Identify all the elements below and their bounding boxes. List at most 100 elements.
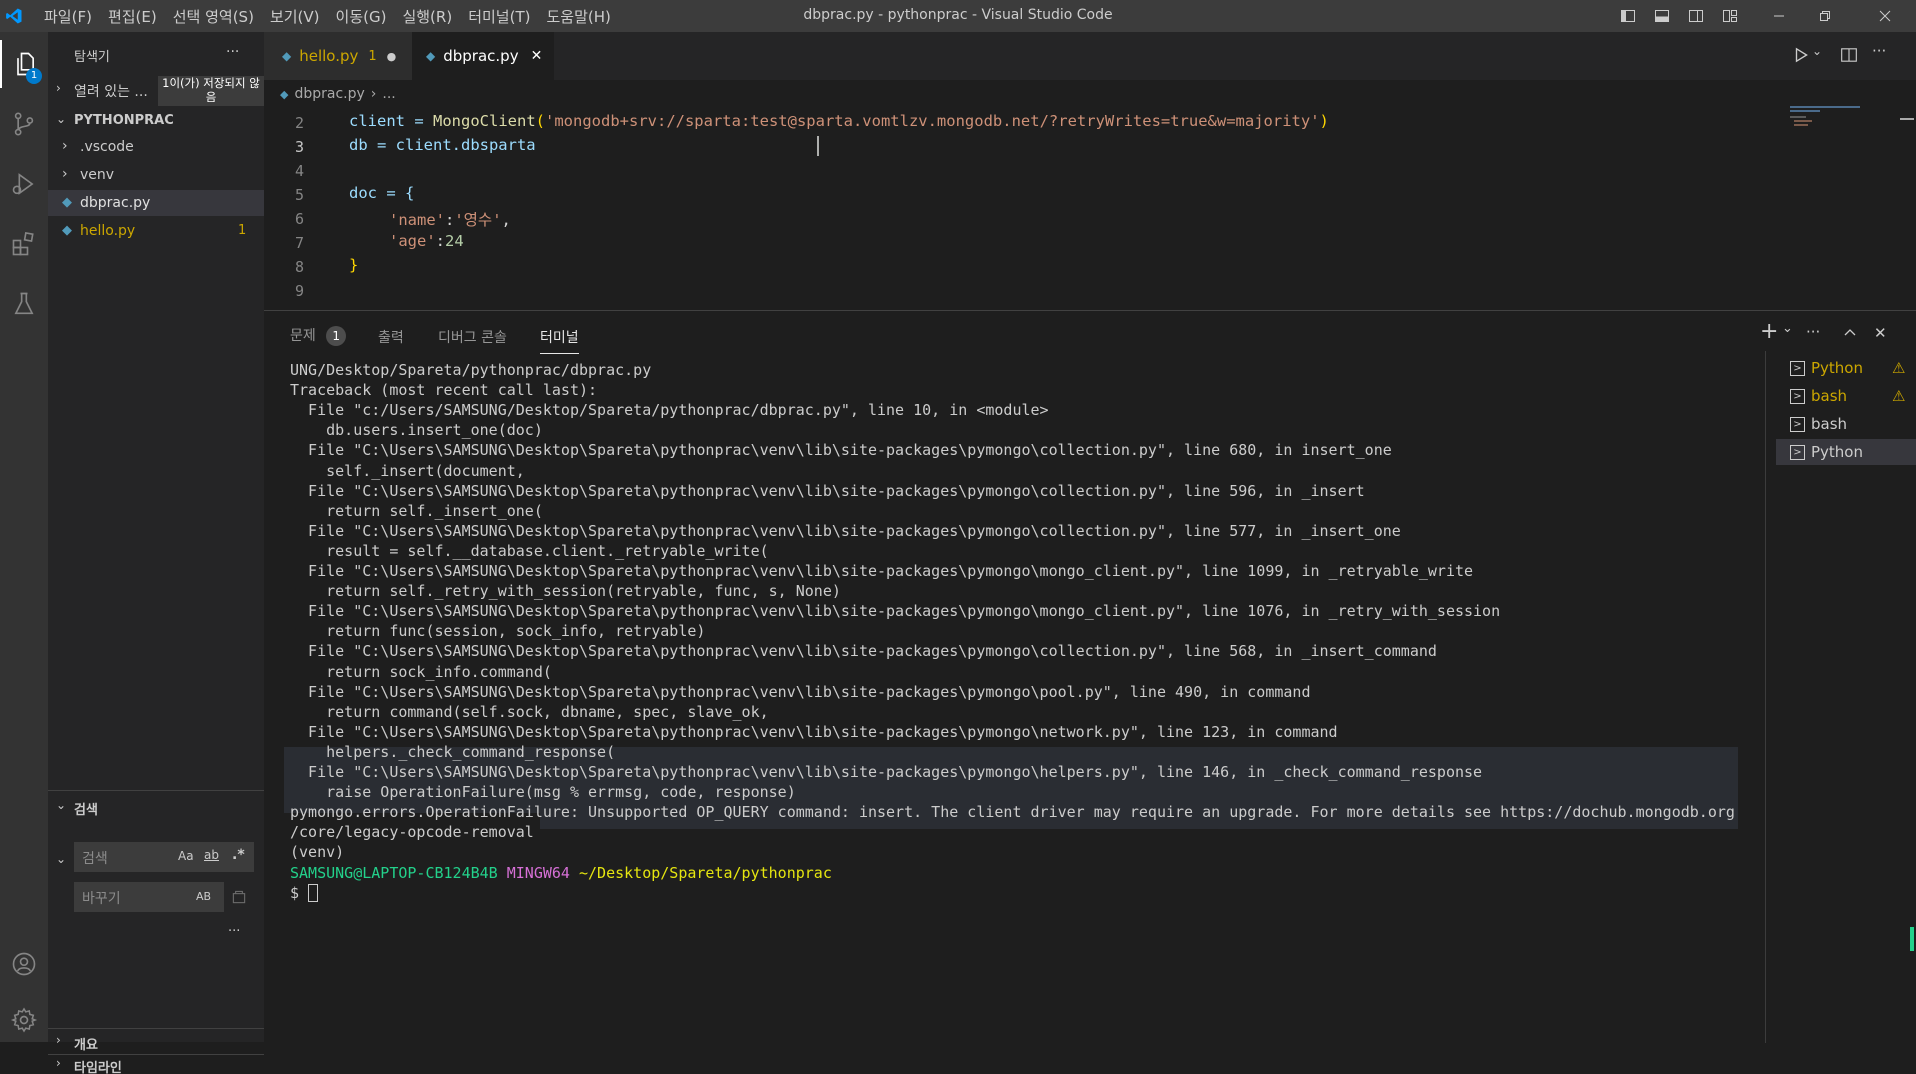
menu-go[interactable]: 이동(G) <box>328 6 395 27</box>
toggle-sidebar-icon[interactable] <box>1612 0 1644 32</box>
outline-section[interactable]: › 개요 <box>48 1030 264 1054</box>
outline-title: 개요 <box>74 1038 98 1053</box>
run-dropdown-icon[interactable]: ⌄ <box>1812 44 1822 58</box>
tree-item-dbprac[interactable]: ◆ dbprac.py <box>48 190 264 216</box>
terminal-line: File "C:\Users\SAMSUNG\Desktop\Spareta\p… <box>290 481 1365 500</box>
preserve-case-icon[interactable]: AB <box>196 890 211 903</box>
chevron-right-icon: › <box>56 81 61 95</box>
terminal-line: result = self.__database.client._retryab… <box>290 541 769 560</box>
terminal-item-bash-1[interactable]: > bash ⚠ <box>1776 383 1916 409</box>
editor-scrollbar[interactable] <box>1900 104 1914 310</box>
minimap[interactable] <box>1784 104 1896 310</box>
close-panel-icon[interactable]: ✕ <box>1874 324 1887 342</box>
line-number: 5 <box>294 186 304 204</box>
tab-debug-console[interactable]: 디버그 콘솔 <box>438 327 507 347</box>
tree-item-label: .vscode <box>80 139 134 155</box>
terminal-name: Python <box>1811 443 1863 461</box>
close-window-icon[interactable] <box>1862 0 1908 32</box>
open-editors-label: 열려 있는 ... <box>74 84 148 100</box>
terminal-line: UNG/Desktop/Spareta/pythonprac/dbprac.py <box>290 361 652 379</box>
breadcrumb-file[interactable]: dbprac.py <box>294 86 364 102</box>
terminal-line: raise OperationFailure(msg % errmsg, cod… <box>290 783 796 802</box>
line-number: 8 <box>294 258 304 276</box>
tree-item-label: venv <box>80 167 115 183</box>
menu-help[interactable]: 도움말(H) <box>538 6 618 27</box>
restore-icon[interactable] <box>1802 0 1848 32</box>
terminal-prompt: SAMSUNG@LAPTOP-CB124B4B MINGW64 ~/Deskto… <box>290 863 832 882</box>
tree-item-venv[interactable]: › venv <box>48 162 264 188</box>
code-editor[interactable]: ◆ dbprac.py › ... 2 client = MongoClient… <box>264 80 1916 310</box>
project-section[interactable]: ⌄ PYTHONPRAC <box>48 108 264 134</box>
match-word-icon[interactable]: ab <box>204 848 219 862</box>
regex-icon[interactable]: .* <box>232 847 245 863</box>
toggle-replace-icon[interactable]: ⌄ <box>56 852 66 866</box>
menu-view[interactable]: 보기(V) <box>262 6 328 27</box>
toggle-panel-icon[interactable] <box>1646 0 1678 32</box>
search-section[interactable]: ⌄ 검색 <box>48 794 264 820</box>
explorer-icon[interactable]: 1 <box>0 40 48 88</box>
settings-gear-icon[interactable] <box>0 996 48 1044</box>
replace-input[interactable]: 바꾸기 AB <box>74 882 224 912</box>
line-number: 9 <box>294 282 304 300</box>
timeline-title: 타임라인 <box>74 1061 122 1074</box>
extensions-icon[interactable] <box>0 220 48 268</box>
toggle-secondary-sidebar-icon[interactable] <box>1680 0 1712 32</box>
python-file-icon: ◆ <box>62 195 72 210</box>
customize-layout-icon[interactable] <box>1714 0 1746 32</box>
python-file-icon: ◆ <box>62 223 72 238</box>
terminal-item-python-2[interactable]: > Python <box>1776 439 1916 465</box>
breadcrumb-symbol[interactable]: ... <box>382 86 395 102</box>
terminal-input-line[interactable]: $ <box>290 884 319 903</box>
menu-selection[interactable]: 선택 영역(S) <box>165 6 262 27</box>
chevron-right-icon: › <box>370 86 377 102</box>
account-icon[interactable] <box>0 940 48 988</box>
terminal-item-bash-2[interactable]: > bash <box>1776 411 1916 437</box>
terminal-output[interactable]: UNG/Desktop/Spareta/pythonprac/dbprac.py… <box>264 361 1764 1041</box>
terminal-dropdown-icon[interactable]: ⌄ <box>1782 321 1793 336</box>
line-number: 7 <box>294 234 304 252</box>
menu-run[interactable]: 실행(R) <box>394 6 460 27</box>
explorer-more-button[interactable]: ··· <box>226 44 239 60</box>
maximize-panel-icon[interactable] <box>1842 325 1858 345</box>
tab-terminal[interactable]: 터미널 <box>540 327 579 354</box>
split-editor-icon[interactable] <box>1840 46 1858 68</box>
timeline-section[interactable]: › 타임라인 <box>48 1056 264 1074</box>
modified-dot-icon[interactable]: ● <box>387 50 397 63</box>
run-file-icon[interactable] <box>1792 46 1810 68</box>
terminal-line: return func(session, sock_info, retryabl… <box>290 622 706 641</box>
section-divider <box>48 790 264 791</box>
replace-all-icon[interactable] <box>230 888 248 910</box>
menu-file[interactable]: 파일(F) <box>36 6 100 27</box>
terminal-line: File "C:\Users\SAMSUNG\Desktop\Spareta\p… <box>290 642 1437 661</box>
tab-dbprac[interactable]: ◆ dbprac.py ✕ <box>412 32 554 80</box>
terminal-line: (venv) <box>290 843 345 862</box>
panel-more-icon[interactable]: ··· <box>1806 323 1820 341</box>
tree-item-vscode[interactable]: › .vscode <box>48 134 264 160</box>
tab-hello[interactable]: ◆ hello.py 1 ● <box>264 32 412 80</box>
terminal-line: File "C:\Users\SAMSUNG\Desktop\Spareta\p… <box>290 722 1338 741</box>
tab-problems[interactable]: 문제 1 <box>290 325 347 346</box>
tab-output[interactable]: 출력 <box>378 327 404 347</box>
close-tab-icon[interactable]: ✕ <box>531 48 543 64</box>
section-divider <box>48 1028 264 1029</box>
editor-more-icon[interactable]: ··· <box>1872 42 1886 60</box>
menu-edit[interactable]: 편집(E) <box>100 6 165 27</box>
run-debug-icon[interactable] <box>0 160 48 208</box>
menu-terminal[interactable]: 터미널(T) <box>460 6 538 27</box>
terminal-item-python-1[interactable]: > Python ⚠ <box>1776 355 1916 381</box>
title-bar: 파일(F) 편집(E) 선택 영역(S) 보기(V) 이동(G) 실행(R) 터… <box>0 0 1916 32</box>
minimize-icon[interactable] <box>1756 0 1802 32</box>
tree-item-hello[interactable]: ◆ hello.py 1 <box>48 218 264 244</box>
warning-icon: ⚠ <box>1892 387 1906 405</box>
terminal-line: return command(self.sock, dbname, spec, … <box>290 702 769 721</box>
testing-icon[interactable] <box>0 280 48 328</box>
new-terminal-icon[interactable]: + <box>1760 319 1778 344</box>
menu-bar: 파일(F) 편집(E) 선택 영역(S) 보기(V) 이동(G) 실행(R) 터… <box>28 6 619 27</box>
source-control-icon[interactable] <box>0 100 48 148</box>
terminal-icon: > <box>1790 360 1805 376</box>
problem-badge: 1 <box>368 48 377 64</box>
match-case-icon[interactable]: Aa <box>178 849 194 863</box>
terminal-line: db.users.insert_one(doc) <box>290 421 543 440</box>
search-more-button[interactable]: ··· <box>228 924 240 939</box>
search-input[interactable]: 검색 Aa ab .* <box>74 842 254 872</box>
